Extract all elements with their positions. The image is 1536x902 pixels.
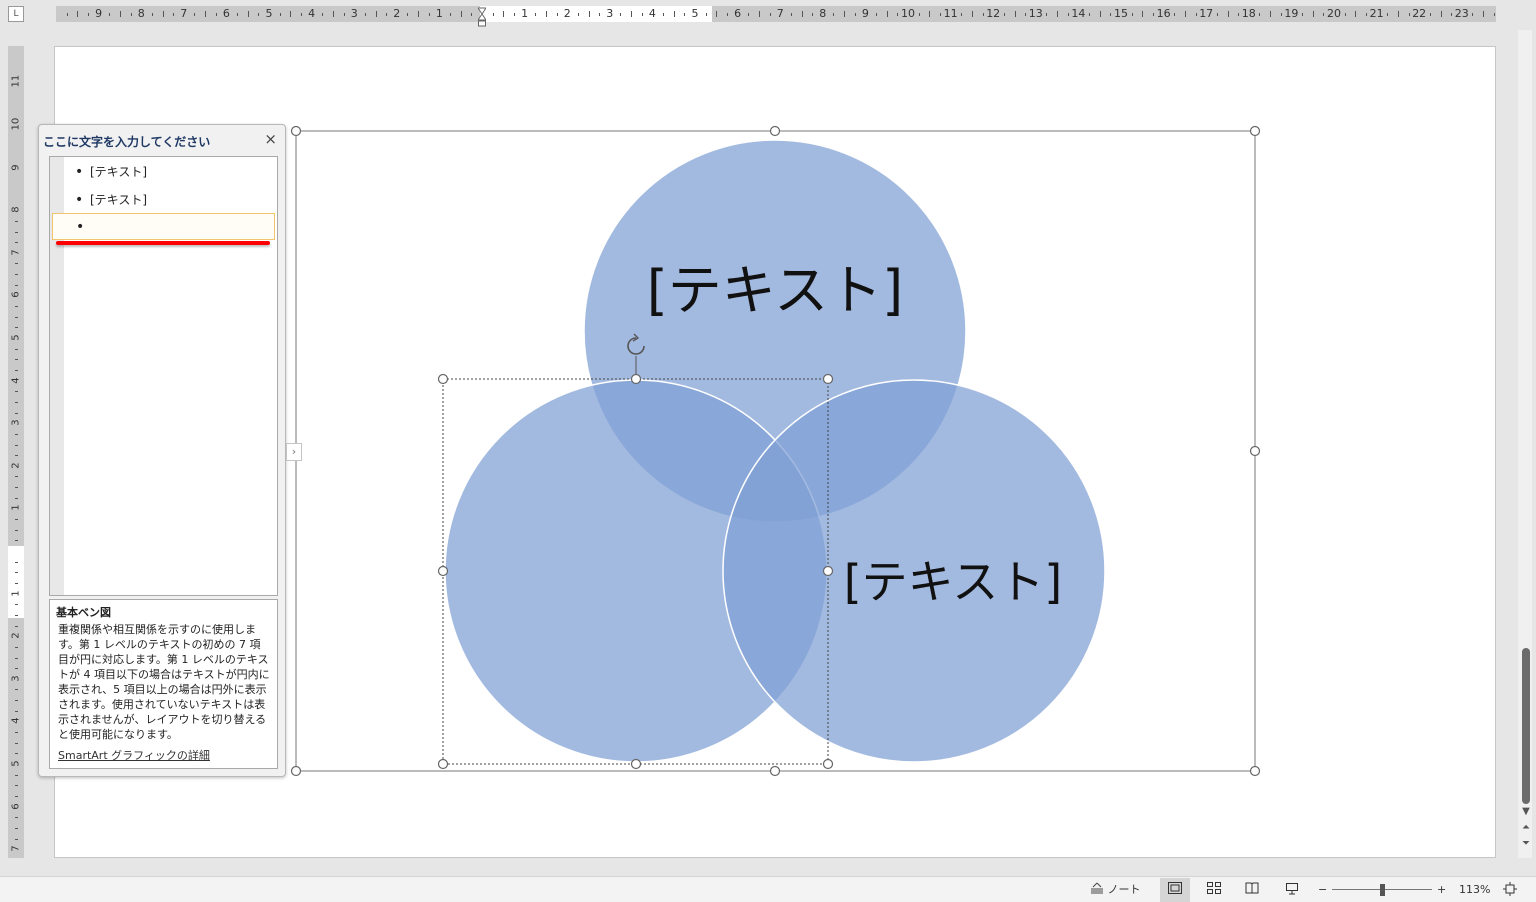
slide-sorter-icon bbox=[1207, 882, 1221, 894]
normal-view-button[interactable] bbox=[1160, 878, 1190, 902]
list-item[interactable]: [テキスト] bbox=[52, 187, 275, 214]
scrollbar-thumb[interactable] bbox=[1522, 648, 1530, 804]
resize-handle[interactable] bbox=[437, 758, 449, 770]
layout-description: 重複関係や相互関係を示すのに使用します。第 1 レベルのテキストの初めの 7 項… bbox=[58, 623, 270, 741]
zoom-in-button[interactable]: + bbox=[1437, 882, 1446, 900]
slideshow-button[interactable] bbox=[1280, 882, 1304, 900]
list-item-text: [テキスト] bbox=[90, 165, 148, 179]
venn-label-top[interactable]: [テキスト] bbox=[647, 259, 904, 322]
resize-handle[interactable] bbox=[822, 758, 834, 770]
resize-handle[interactable] bbox=[630, 758, 642, 770]
resize-handle[interactable] bbox=[769, 765, 781, 777]
reading-view-button[interactable] bbox=[1240, 882, 1264, 900]
text-pane-title: ここに文字を入力してください bbox=[43, 135, 211, 149]
resize-handle[interactable] bbox=[769, 125, 781, 137]
zoom-out-button[interactable]: − bbox=[1318, 882, 1327, 900]
next-slide-icon[interactable]: ⏷ bbox=[1520, 838, 1532, 849]
resize-handle[interactable] bbox=[290, 765, 302, 777]
close-icon[interactable]: × bbox=[264, 130, 277, 148]
resize-handle[interactable] bbox=[437, 373, 449, 385]
fit-to-window-icon[interactable] bbox=[1503, 882, 1517, 900]
bullet-list-editor[interactable]: [テキスト] [テキスト] bbox=[49, 156, 278, 596]
resize-handle[interactable] bbox=[1249, 125, 1261, 137]
venn-label-right[interactable]: [テキスト] bbox=[844, 555, 1063, 609]
smartart-details-link[interactable]: SmartArt グラフィックの詳細 bbox=[56, 747, 271, 763]
status-bar: ノート − + 113% bbox=[0, 876, 1536, 902]
list-item[interactable]: [テキスト] bbox=[52, 159, 275, 186]
notes-label: ノート bbox=[1107, 883, 1141, 896]
red-underline-annotation bbox=[56, 241, 270, 245]
layout-description-box: 基本ベン図 重複関係や相互関係を示すのに使用します。第 1 レベルのテキストの初… bbox=[49, 599, 278, 769]
slide-sorter-button[interactable] bbox=[1202, 882, 1226, 900]
resize-handle[interactable] bbox=[1249, 765, 1261, 777]
zoom-level[interactable]: 113% bbox=[1459, 882, 1490, 900]
venn-circles[interactable] bbox=[444, 139, 1106, 763]
notes-button[interactable]: ノート bbox=[1090, 882, 1141, 900]
previous-slide-icon[interactable]: ⏶ bbox=[1520, 822, 1532, 833]
resize-handle[interactable] bbox=[437, 565, 449, 577]
normal-view-icon bbox=[1168, 882, 1182, 894]
layout-name: 基本ベン図 bbox=[56, 606, 111, 619]
resize-handle[interactable] bbox=[1249, 445, 1261, 457]
resize-handle[interactable] bbox=[630, 373, 642, 385]
list-item-active[interactable] bbox=[52, 213, 275, 241]
list-item-text bbox=[77, 220, 91, 234]
zoom-slider-thumb[interactable] bbox=[1380, 884, 1385, 896]
slideshow-icon bbox=[1286, 883, 1298, 895]
resize-handle[interactable] bbox=[290, 125, 302, 137]
resize-handle[interactable] bbox=[822, 565, 834, 577]
list-item-text: [テキスト] bbox=[90, 193, 148, 207]
reading-view-icon bbox=[1245, 882, 1259, 894]
vertical-scrollbar[interactable]: ▼ ⏶ ⏷ bbox=[1518, 30, 1532, 858]
smartart-text-pane: ここに文字を入力してください × [テキスト] [テキスト] 基本ベン図 重複関… bbox=[38, 124, 286, 777]
notes-icon bbox=[1091, 882, 1103, 894]
fit-icon bbox=[1503, 882, 1517, 896]
chevron-right-icon[interactable]: › bbox=[286, 443, 302, 461]
resize-handle[interactable] bbox=[822, 373, 834, 385]
scroll-down-icon[interactable]: ▼ bbox=[1520, 806, 1532, 817]
